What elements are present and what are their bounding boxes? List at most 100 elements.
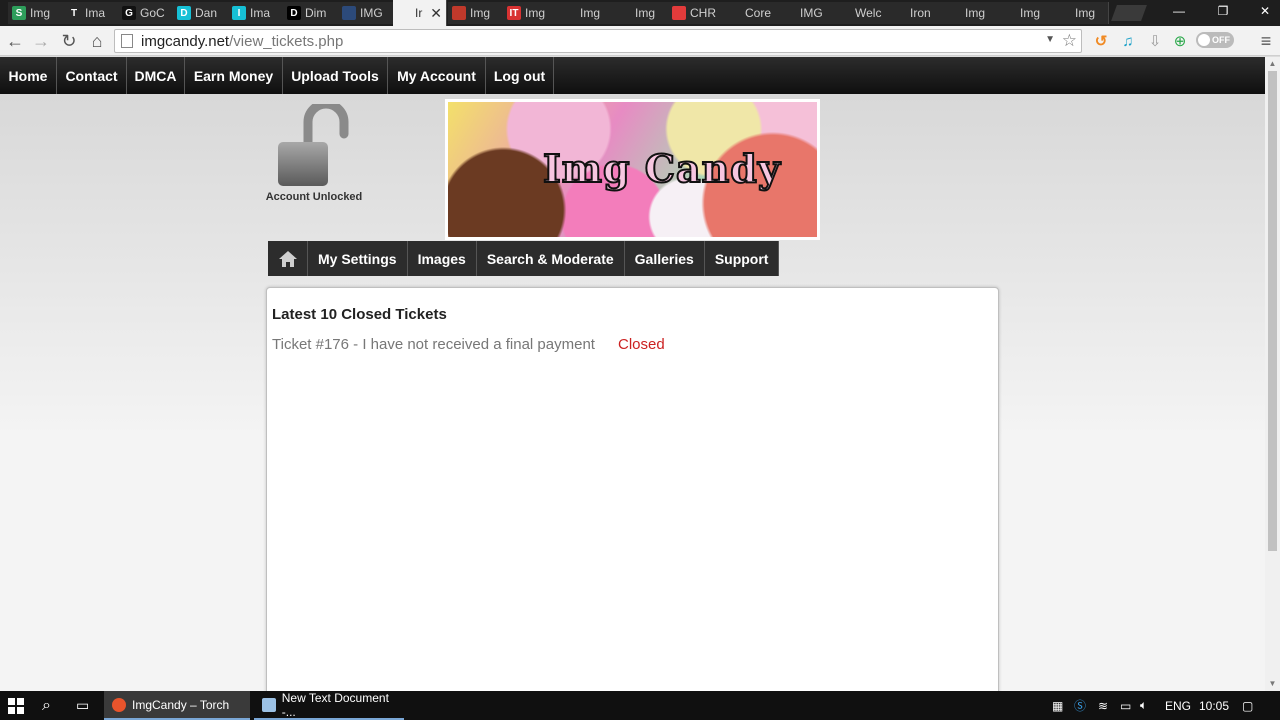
tab-close-icon[interactable]: ✕: [430, 5, 442, 22]
ticket-link[interactable]: Ticket #176 - I have not received a fina…: [272, 336, 595, 353]
taskbar-app-browser[interactable]: ImgCandy – Torch: [104, 691, 250, 720]
battery-icon[interactable]: ▭: [1120, 691, 1131, 720]
toggle-switch[interactable]: OFF: [1196, 32, 1234, 48]
browser-tab[interactable]: Img: [943, 2, 999, 24]
browser-tab[interactable]: Img: [613, 2, 669, 24]
topnav-item[interactable]: Contact: [57, 57, 127, 94]
bookmark-star-icon[interactable]: ☆: [1062, 31, 1077, 51]
tab-favicon-icon: [892, 6, 906, 20]
topnav-item[interactable]: Home: [0, 57, 57, 94]
language-indicator[interactable]: ENG: [1165, 691, 1191, 720]
reload-icon[interactable]: ↻: [58, 30, 80, 52]
banner-image: Img Candy: [448, 102, 817, 237]
page-scrollbar[interactable]: ▲ ▼: [1265, 57, 1280, 691]
browser-tab[interactable]: CHR: [668, 2, 724, 24]
tray-app-icon[interactable]: ▦: [1052, 691, 1063, 720]
menu-icon[interactable]: ≡: [1256, 31, 1276, 51]
tab-label: Img: [30, 6, 51, 20]
topnav-item[interactable]: Log out: [486, 57, 554, 94]
restore-button[interactable]: ❐: [1208, 0, 1238, 22]
browser-tab[interactable]: IMG: [338, 2, 394, 24]
tab-favicon-icon: D: [287, 6, 301, 20]
back-arrow-icon[interactable]: ←: [4, 30, 26, 52]
wifi-icon[interactable]: ≋: [1098, 691, 1108, 720]
tab-favicon-icon: [342, 6, 356, 20]
tab-label: Img: [1075, 6, 1096, 20]
forward-arrow-icon[interactable]: →: [30, 30, 52, 52]
browser-tab[interactable]: Welc: [833, 2, 889, 24]
tab-favicon-icon: S: [12, 6, 26, 20]
tab-label: Img: [580, 6, 601, 20]
browser-tab[interactable]: T Ima: [63, 2, 119, 24]
volume-icon[interactable]: 🔈︎: [1140, 691, 1147, 720]
tab-label: Img: [965, 6, 986, 20]
os-taskbar: ⌕ ▭ ImgCandy – Torch New Text Document -…: [0, 691, 1280, 720]
topnav-item[interactable]: Upload Tools: [283, 57, 388, 94]
tab-favicon-icon: G: [122, 6, 136, 20]
subnav-my-settings[interactable]: My Settings: [308, 241, 408, 276]
tab-label: IMG: [360, 6, 383, 20]
topnav-item[interactable]: Earn Money: [185, 57, 283, 94]
browser-tab[interactable]: Img: [558, 2, 614, 24]
chevron-down-icon[interactable]: ▼: [1045, 34, 1055, 45]
windows-start-icon[interactable]: [8, 691, 24, 720]
tickets-panel: Latest 10 Closed Tickets Ticket #176 - I…: [266, 287, 999, 691]
subnav-search-moderate[interactable]: Search & Moderate: [476, 241, 625, 276]
browser-tab[interactable]: Core: [723, 2, 779, 24]
scroll-down-icon[interactable]: ▼: [1265, 677, 1280, 691]
subnav-support[interactable]: Support: [704, 241, 780, 276]
tab-favicon-icon: [837, 6, 851, 20]
taskbar-app-notepad[interactable]: New Text Document -...: [254, 691, 404, 720]
tab-label: Welc: [855, 6, 882, 20]
browser-tab[interactable]: D Dim: [283, 2, 339, 24]
browser-tab[interactable]: Ir ✕: [393, 0, 447, 26]
browser-tab[interactable]: IMG: [778, 2, 834, 24]
scroll-thumb[interactable]: [1268, 71, 1277, 551]
tab-favicon-icon: [1057, 6, 1071, 20]
tab-favicon-icon: [947, 6, 961, 20]
extension-torrent-icon[interactable]: ↺: [1090, 30, 1112, 52]
browser-tab[interactable]: Img: [448, 2, 504, 24]
subnav-images[interactable]: Images: [407, 241, 477, 276]
browser-tab[interactable]: Img: [998, 2, 1054, 24]
browser-tab[interactable]: S Img: [8, 2, 64, 24]
url-text[interactable]: imgcandy.net/view_tickets.php: [141, 33, 343, 50]
tab-favicon-icon: [672, 6, 686, 20]
notifications-icon[interactable]: ▢: [1242, 691, 1253, 720]
subnav-galleries[interactable]: Galleries: [624, 241, 705, 276]
clock[interactable]: 10:05: [1199, 691, 1229, 720]
browser-tab[interactable]: IT Img: [503, 2, 559, 24]
close-window-button[interactable]: ✕: [1250, 0, 1280, 22]
extension-music-icon[interactable]: ♫: [1117, 30, 1139, 52]
topnav-item[interactable]: DMCA: [127, 57, 185, 94]
account-status-label: Account Unlocked: [265, 191, 363, 203]
tab-favicon-icon: I: [232, 6, 246, 20]
task-view-icon[interactable]: ▭: [76, 691, 89, 720]
tab-label: Img: [525, 6, 546, 20]
tab-favicon-icon: [1002, 6, 1016, 20]
download-icon[interactable]: ⇩: [1144, 30, 1166, 52]
extension-download-icon[interactable]: ⊕: [1169, 30, 1191, 52]
browser-tab[interactable]: G GoC: [118, 2, 174, 24]
tab-favicon-icon: IT: [507, 6, 521, 20]
skype-icon[interactable]: Ⓢ: [1074, 691, 1086, 720]
browser-tab[interactable]: Img: [1053, 2, 1109, 24]
tab-label: IMG: [800, 6, 823, 20]
panel-title: Latest 10 Closed Tickets: [272, 306, 447, 323]
browser-tab[interactable]: D Dan: [173, 2, 229, 24]
topnav-item[interactable]: My Account: [388, 57, 486, 94]
subnav-home-button[interactable]: [268, 241, 308, 276]
browser-tab[interactable]: I Ima: [228, 2, 284, 24]
site-banner[interactable]: Img Candy: [445, 99, 820, 240]
taskbar-app-label: New Text Document -...: [281, 690, 389, 719]
tab-label: Dim: [305, 6, 327, 20]
page-viewport: Home Contact DMCA Earn Money Upload Tools My …: [0, 57, 1265, 691]
home-icon[interactable]: ⌂: [86, 30, 108, 52]
new-tab-button[interactable]: [1111, 5, 1147, 21]
address-bar[interactable]: imgcandy.net/view_tickets.php ▼ ☆: [114, 29, 1082, 53]
search-icon[interactable]: ⌕: [42, 691, 51, 720]
scroll-up-icon[interactable]: ▲: [1265, 57, 1280, 71]
browser-tab[interactable]: Iron: [888, 2, 944, 24]
house-icon: [278, 250, 297, 267]
minimize-button[interactable]: —: [1164, 0, 1194, 22]
